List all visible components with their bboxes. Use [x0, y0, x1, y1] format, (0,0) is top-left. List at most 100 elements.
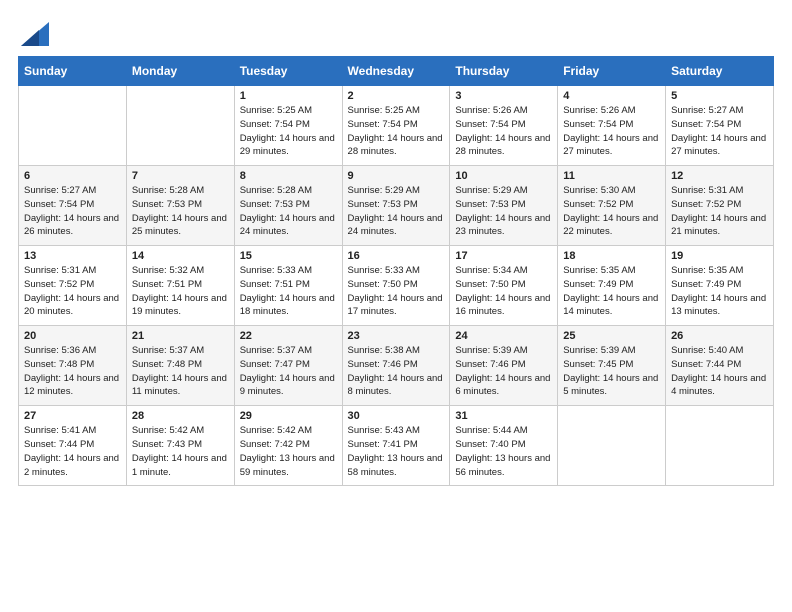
day-detail: Sunrise: 5:32 AMSunset: 7:51 PMDaylight:… [132, 265, 227, 317]
calendar-cell: 10 Sunrise: 5:29 AMSunset: 7:53 PMDaylig… [450, 166, 558, 246]
day-detail: Sunrise: 5:39 AMSunset: 7:45 PMDaylight:… [563, 345, 658, 397]
calendar-cell: 9 Sunrise: 5:29 AMSunset: 7:53 PMDayligh… [342, 166, 450, 246]
day-number: 11 [563, 170, 660, 182]
calendar-cell: 8 Sunrise: 5:28 AMSunset: 7:53 PMDayligh… [234, 166, 342, 246]
calendar-cell: 14 Sunrise: 5:32 AMSunset: 7:51 PMDaylig… [126, 246, 234, 326]
calendar-cell [19, 86, 127, 166]
calendar-cell: 4 Sunrise: 5:26 AMSunset: 7:54 PMDayligh… [558, 86, 666, 166]
day-detail: Sunrise: 5:34 AMSunset: 7:50 PMDaylight:… [455, 265, 550, 317]
weekday-header-thursday: Thursday [450, 57, 558, 86]
day-detail: Sunrise: 5:40 AMSunset: 7:44 PMDaylight:… [671, 345, 766, 397]
calendar-cell: 19 Sunrise: 5:35 AMSunset: 7:49 PMDaylig… [666, 246, 774, 326]
day-number: 30 [348, 410, 445, 422]
calendar-cell: 18 Sunrise: 5:35 AMSunset: 7:49 PMDaylig… [558, 246, 666, 326]
calendar-cell: 6 Sunrise: 5:27 AMSunset: 7:54 PMDayligh… [19, 166, 127, 246]
calendar-cell [666, 406, 774, 486]
day-detail: Sunrise: 5:33 AMSunset: 7:51 PMDaylight:… [240, 265, 335, 317]
calendar-cell: 13 Sunrise: 5:31 AMSunset: 7:52 PMDaylig… [19, 246, 127, 326]
calendar-table: SundayMondayTuesdayWednesdayThursdayFrid… [18, 56, 774, 486]
day-detail: Sunrise: 5:25 AMSunset: 7:54 PMDaylight:… [240, 105, 335, 157]
day-detail: Sunrise: 5:28 AMSunset: 7:53 PMDaylight:… [240, 185, 335, 237]
day-detail: Sunrise: 5:26 AMSunset: 7:54 PMDaylight:… [563, 105, 658, 157]
calendar-cell: 24 Sunrise: 5:39 AMSunset: 7:46 PMDaylig… [450, 326, 558, 406]
day-detail: Sunrise: 5:44 AMSunset: 7:40 PMDaylight:… [455, 425, 550, 477]
weekday-header-wednesday: Wednesday [342, 57, 450, 86]
day-number: 23 [348, 330, 445, 342]
weekday-header-friday: Friday [558, 57, 666, 86]
logo-icon [21, 18, 49, 46]
day-number: 10 [455, 170, 552, 182]
day-detail: Sunrise: 5:29 AMSunset: 7:53 PMDaylight:… [348, 185, 443, 237]
day-detail: Sunrise: 5:27 AMSunset: 7:54 PMDaylight:… [24, 185, 119, 237]
day-number: 16 [348, 250, 445, 262]
logo [18, 18, 49, 46]
calendar-cell: 17 Sunrise: 5:34 AMSunset: 7:50 PMDaylig… [450, 246, 558, 326]
day-number: 19 [671, 250, 768, 262]
calendar-cell: 27 Sunrise: 5:41 AMSunset: 7:44 PMDaylig… [19, 406, 127, 486]
calendar-cell: 23 Sunrise: 5:38 AMSunset: 7:46 PMDaylig… [342, 326, 450, 406]
day-number: 31 [455, 410, 552, 422]
day-detail: Sunrise: 5:31 AMSunset: 7:52 PMDaylight:… [24, 265, 119, 317]
day-detail: Sunrise: 5:27 AMSunset: 7:54 PMDaylight:… [671, 105, 766, 157]
day-number: 25 [563, 330, 660, 342]
day-number: 6 [24, 170, 121, 182]
day-detail: Sunrise: 5:28 AMSunset: 7:53 PMDaylight:… [132, 185, 227, 237]
calendar-cell [126, 86, 234, 166]
day-detail: Sunrise: 5:35 AMSunset: 7:49 PMDaylight:… [671, 265, 766, 317]
day-number: 4 [563, 90, 660, 102]
day-number: 12 [671, 170, 768, 182]
calendar-cell: 21 Sunrise: 5:37 AMSunset: 7:48 PMDaylig… [126, 326, 234, 406]
calendar-cell: 11 Sunrise: 5:30 AMSunset: 7:52 PMDaylig… [558, 166, 666, 246]
weekday-header-sunday: Sunday [19, 57, 127, 86]
day-number: 13 [24, 250, 121, 262]
day-number: 24 [455, 330, 552, 342]
calendar-cell [558, 406, 666, 486]
weekday-header-row: SundayMondayTuesdayWednesdayThursdayFrid… [19, 57, 774, 86]
day-detail: Sunrise: 5:29 AMSunset: 7:53 PMDaylight:… [455, 185, 550, 237]
calendar-cell: 7 Sunrise: 5:28 AMSunset: 7:53 PMDayligh… [126, 166, 234, 246]
day-detail: Sunrise: 5:42 AMSunset: 7:42 PMDaylight:… [240, 425, 335, 477]
calendar-cell: 2 Sunrise: 5:25 AMSunset: 7:54 PMDayligh… [342, 86, 450, 166]
calendar-cell: 1 Sunrise: 5:25 AMSunset: 7:54 PMDayligh… [234, 86, 342, 166]
calendar-cell: 31 Sunrise: 5:44 AMSunset: 7:40 PMDaylig… [450, 406, 558, 486]
calendar-cell: 5 Sunrise: 5:27 AMSunset: 7:54 PMDayligh… [666, 86, 774, 166]
calendar-cell: 20 Sunrise: 5:36 AMSunset: 7:48 PMDaylig… [19, 326, 127, 406]
day-number: 3 [455, 90, 552, 102]
day-detail: Sunrise: 5:33 AMSunset: 7:50 PMDaylight:… [348, 265, 443, 317]
day-detail: Sunrise: 5:26 AMSunset: 7:54 PMDaylight:… [455, 105, 550, 157]
day-number: 22 [240, 330, 337, 342]
calendar-cell: 22 Sunrise: 5:37 AMSunset: 7:47 PMDaylig… [234, 326, 342, 406]
weekday-header-tuesday: Tuesday [234, 57, 342, 86]
day-detail: Sunrise: 5:30 AMSunset: 7:52 PMDaylight:… [563, 185, 658, 237]
day-number: 15 [240, 250, 337, 262]
day-detail: Sunrise: 5:25 AMSunset: 7:54 PMDaylight:… [348, 105, 443, 157]
day-detail: Sunrise: 5:31 AMSunset: 7:52 PMDaylight:… [671, 185, 766, 237]
day-number: 8 [240, 170, 337, 182]
day-detail: Sunrise: 5:35 AMSunset: 7:49 PMDaylight:… [563, 265, 658, 317]
day-detail: Sunrise: 5:37 AMSunset: 7:47 PMDaylight:… [240, 345, 335, 397]
day-number: 14 [132, 250, 229, 262]
day-number: 18 [563, 250, 660, 262]
calendar-row-2: 6 Sunrise: 5:27 AMSunset: 7:54 PMDayligh… [19, 166, 774, 246]
weekday-header-monday: Monday [126, 57, 234, 86]
calendar-cell: 25 Sunrise: 5:39 AMSunset: 7:45 PMDaylig… [558, 326, 666, 406]
day-number: 9 [348, 170, 445, 182]
day-number: 2 [348, 90, 445, 102]
calendar-cell: 16 Sunrise: 5:33 AMSunset: 7:50 PMDaylig… [342, 246, 450, 326]
day-detail: Sunrise: 5:39 AMSunset: 7:46 PMDaylight:… [455, 345, 550, 397]
page-header [18, 18, 774, 46]
day-number: 17 [455, 250, 552, 262]
day-number: 27 [24, 410, 121, 422]
calendar-cell: 30 Sunrise: 5:43 AMSunset: 7:41 PMDaylig… [342, 406, 450, 486]
day-number: 28 [132, 410, 229, 422]
calendar-cell: 12 Sunrise: 5:31 AMSunset: 7:52 PMDaylig… [666, 166, 774, 246]
calendar-cell: 3 Sunrise: 5:26 AMSunset: 7:54 PMDayligh… [450, 86, 558, 166]
day-number: 29 [240, 410, 337, 422]
day-number: 1 [240, 90, 337, 102]
day-detail: Sunrise: 5:38 AMSunset: 7:46 PMDaylight:… [348, 345, 443, 397]
page-container: SundayMondayTuesdayWednesdayThursdayFrid… [0, 0, 792, 504]
calendar-cell: 29 Sunrise: 5:42 AMSunset: 7:42 PMDaylig… [234, 406, 342, 486]
day-number: 26 [671, 330, 768, 342]
calendar-row-5: 27 Sunrise: 5:41 AMSunset: 7:44 PMDaylig… [19, 406, 774, 486]
calendar-cell: 26 Sunrise: 5:40 AMSunset: 7:44 PMDaylig… [666, 326, 774, 406]
